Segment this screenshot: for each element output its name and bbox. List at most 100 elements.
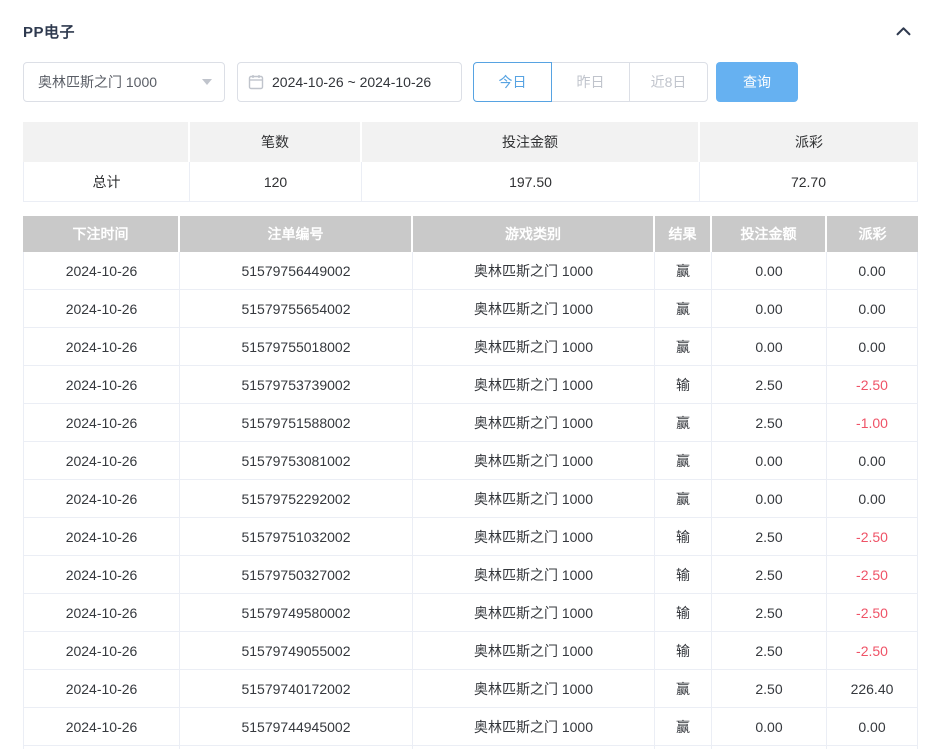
- cell-bet-amount: 0.00: [712, 442, 827, 480]
- cell-game-type: 奥林匹斯之门 1000: [413, 404, 655, 442]
- cell-bet-amount: 2.50: [712, 366, 827, 404]
- cell-result: 输: [655, 556, 712, 594]
- summary-header-payout: 派彩: [700, 122, 918, 162]
- cell-bet-id: 51579750327002: [180, 556, 413, 594]
- cell-payout: -2.50: [827, 556, 918, 594]
- table-row: 2024-10-26 51579751032002 奥林匹斯之门 1000 输 2.50…: [23, 518, 918, 556]
- cell-bet-id: 51579744945002: [180, 708, 413, 746]
- cell-bet-id: 51579755018002: [180, 328, 413, 366]
- cell-bet-amount: 2.50: [712, 632, 827, 670]
- cell-result: 赢: [655, 670, 712, 708]
- header-bet-time: 下注时间: [23, 216, 180, 252]
- cell-bet-time: 2024-10-26: [23, 442, 180, 480]
- cell-bet-time: 2024-10-26: [23, 518, 180, 556]
- cell-bet-time: 2024-10-26: [23, 594, 180, 632]
- summary-total-row: 总计 120 197.50 72.70: [23, 162, 918, 202]
- cell-payout: 0.00: [827, 252, 918, 290]
- cell-bet-id: 51579751588002: [180, 404, 413, 442]
- cell-bet-time: 2024-10-26: [23, 252, 180, 290]
- cell-bet-amount: 2.50: [712, 518, 827, 556]
- cell-game-type: 奥林匹斯之门 1000: [413, 328, 655, 366]
- cell-payout: 0.00: [827, 328, 918, 366]
- yesterday-button[interactable]: 昨日: [551, 62, 630, 102]
- filter-bar: 奥林匹斯之门 1000 2024-10-26 ~ 2024-10-26 今日 昨…: [23, 62, 918, 102]
- cell-result: 赢: [655, 290, 712, 328]
- header-payout: 派彩: [827, 216, 918, 252]
- game-select-value: 奥林匹斯之门 1000: [38, 74, 158, 90]
- table-row: 2024-10-26 51579755018002 奥林匹斯之门 1000 赢 0.00…: [23, 328, 918, 366]
- cell-bet-amount: 2.50: [712, 556, 827, 594]
- table-row: 2024-10-26 51579749055002 奥林匹斯之门 1000 输 2.50…: [23, 632, 918, 670]
- cell-game-type: 奥林匹斯之门 1000: [413, 708, 655, 746]
- cell-bet-time: 2024-10-26: [23, 632, 180, 670]
- chevron-down-icon: [202, 79, 212, 85]
- cell-payout: -2.50: [827, 518, 918, 556]
- collapse-button[interactable]: [892, 20, 914, 42]
- panel-title: PP电子: [23, 23, 76, 41]
- summary-table: 笔数 投注金额 派彩 总计 120 197.50 72.70: [23, 122, 918, 202]
- calendar-icon: [248, 74, 264, 90]
- cell-payout: -2.50: [827, 594, 918, 632]
- cell-game-type: 奥林匹斯之门 1000: [413, 670, 655, 708]
- cell-bet-id: 51579753739002: [180, 366, 413, 404]
- cell-result: 赢: [655, 708, 712, 746]
- table-body: 2024-10-26 51579756449002 奥林匹斯之门 1000 赢 0.00…: [23, 252, 918, 749]
- table-row: 2024-10-26 51579753739002 奥林匹斯之门 1000 输 2.50…: [23, 366, 918, 404]
- cell-game-type: 奥林匹斯之门 1000: [413, 442, 655, 480]
- quick-range-group: 今日 昨日 近8日: [473, 62, 708, 102]
- records-header-row: 下注时间 注单编号 游戏类别 结果 投注金额 派彩: [23, 216, 918, 252]
- cell-bet-id: 51579752292002: [180, 480, 413, 518]
- cell-game-type: 奥林匹斯之门 1000: [413, 252, 655, 290]
- panel-header: PP电子: [23, 20, 918, 42]
- last-8-days-button[interactable]: 近8日: [629, 62, 708, 102]
- cell-result: 输: [655, 366, 712, 404]
- today-button[interactable]: 今日: [473, 62, 552, 102]
- cell-bet-id: 51579740172002: [180, 670, 413, 708]
- cell-result: 输: [655, 518, 712, 556]
- cell-game-type: 奥林匹斯之门 1000: [413, 594, 655, 632]
- table-row: 2024-10-26 51579750327002 奥林匹斯之门 1000 输 2.50…: [23, 556, 918, 594]
- cell-bet-id: 51579756449002: [180, 252, 413, 290]
- header-game-type: 游戏类别: [413, 216, 655, 252]
- cell-payout: -2.50: [827, 366, 918, 404]
- chevron-up-icon: [894, 22, 913, 41]
- cell-payout: 0.00: [827, 442, 918, 480]
- cell-payout: -2.50: [827, 632, 918, 670]
- cell-result: 赢: [655, 252, 712, 290]
- cell-bet-amount: 0.00: [712, 328, 827, 366]
- cell-payout: -1.00: [827, 404, 918, 442]
- game-select[interactable]: 奥林匹斯之门 1000: [23, 62, 225, 102]
- header-result: 结果: [655, 216, 712, 252]
- date-range-value: 2024-10-26 ~ 2024-10-26: [272, 74, 432, 90]
- cell-game-type: 奥林匹斯之门 1000: [413, 366, 655, 404]
- cell-bet-time: 2024-10-26: [23, 404, 180, 442]
- cell-bet-amount: 0.00: [712, 252, 827, 290]
- cell-payout: 0.00: [827, 480, 918, 518]
- summary-header-bet-amount: 投注金额: [362, 122, 700, 162]
- table-row: 2024-10-26 51579752292002 奥林匹斯之门 1000 赢 0.00…: [23, 480, 918, 518]
- cell-bet-time: 2024-10-26: [23, 480, 180, 518]
- cell-bet-amount: 2.50: [712, 404, 827, 442]
- cell-bet-time: 2024-10-26: [23, 290, 180, 328]
- cell-payout: 0.00: [827, 290, 918, 328]
- cell-payout: 0.00: [827, 708, 918, 746]
- table-row: 2024-10-26 51579755654002 奥林匹斯之门 1000 赢 0.00…: [23, 290, 918, 328]
- cell-bet-amount: 0.00: [712, 480, 827, 518]
- cell-game-type: 奥林匹斯之门 1000: [413, 480, 655, 518]
- table-row: 2024-10-26 51579740172002 奥林匹斯之门 1000 赢 2.50…: [23, 670, 918, 708]
- pp-electronic-panel: PP电子 奥林匹斯之门 1000 2024-10-26 ~ 2024-10-26…: [0, 0, 928, 749]
- cell-bet-time: 2024-10-26: [23, 670, 180, 708]
- date-range-picker[interactable]: 2024-10-26 ~ 2024-10-26: [237, 62, 462, 102]
- summary-total-count: 120: [190, 162, 362, 202]
- cell-bet-amount: 2.50: [712, 594, 827, 632]
- cell-result: 赢: [655, 404, 712, 442]
- cell-bet-id: 51579751032002: [180, 518, 413, 556]
- query-button[interactable]: 查询: [716, 62, 798, 102]
- cell-bet-time: 2024-10-26: [23, 708, 180, 746]
- summary-total-label: 总计: [23, 162, 190, 202]
- summary-total-bet-amount: 197.50: [362, 162, 700, 202]
- cell-result: 赢: [655, 328, 712, 366]
- cell-result: 赢: [655, 480, 712, 518]
- records-table: 下注时间 注单编号 游戏类别 结果 投注金额 派彩 2024-10-26 5157…: [23, 216, 918, 749]
- summary-total-payout: 72.70: [700, 162, 918, 202]
